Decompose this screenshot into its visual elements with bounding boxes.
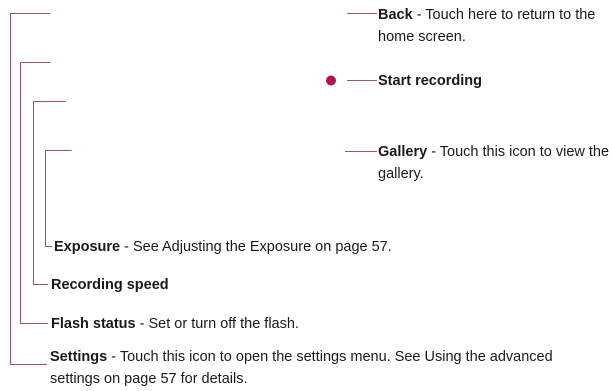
record-dot-icon [326, 75, 336, 86]
callout-gallery: Gallery - Touch this icon to view the ga… [378, 141, 610, 185]
callout-flash-status-term: Flash status [51, 316, 136, 332]
callout-exposure-desc: - See Adjusting the Exposure on page 57. [120, 239, 392, 255]
callout-settings-term: Settings [50, 349, 108, 365]
callout-exposure-term: Exposure [54, 239, 121, 255]
callout-settings-desc: - Touch this icon to open the settings m… [50, 349, 553, 387]
callout-diagram: Back - Touch here to return to the home … [0, 0, 612, 391]
callout-flash-status-desc: - Set or turn off the flash. [135, 316, 299, 332]
callout-start-recording: Start recording [378, 70, 482, 92]
callout-settings: Settings - Touch this icon to open the s… [50, 346, 606, 390]
callout-recording-speed: Recording speed [51, 274, 169, 296]
callout-back-term: Back [378, 7, 413, 23]
callout-recording-speed-term: Recording speed [51, 277, 169, 293]
leader-exposure [45, 150, 72, 247]
callout-start-recording-term: Start recording [378, 73, 482, 89]
callout-gallery-term: Gallery [378, 144, 428, 160]
leader-settings [10, 13, 51, 365]
callout-flash-status: Flash status - Set or turn off the flash… [51, 313, 299, 335]
callout-back: Back - Touch here to return to the home … [378, 4, 610, 48]
callout-exposure: Exposure - See Adjusting the Exposure on… [54, 236, 392, 258]
